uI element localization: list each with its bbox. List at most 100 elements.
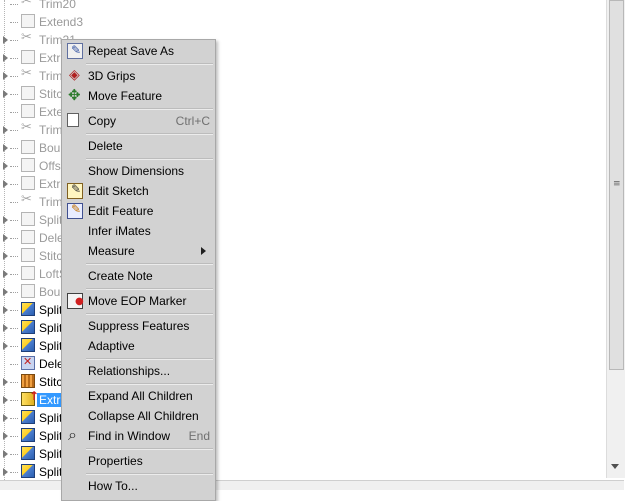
menu-item-properties[interactable]: Properties: [62, 451, 215, 471]
expand-arrow-icon[interactable]: [3, 126, 8, 134]
expand-arrow-icon[interactable]: [3, 54, 8, 62]
3d-grips-icon: [67, 67, 83, 84]
split-solid-icon: [21, 428, 35, 442]
menu-item-create-note[interactable]: Create Note: [62, 266, 215, 286]
menu-item-label: Adaptive: [88, 339, 135, 353]
menu-item-label: How To...: [88, 479, 138, 493]
menu-item-copy[interactable]: Copy Ctrl+C: [62, 111, 215, 131]
scrollbar-thumb[interactable]: ≡: [609, 0, 624, 370]
split-ghost-icon: [21, 212, 35, 226]
expand-arrow-icon[interactable]: [3, 396, 8, 404]
tree-connector: [10, 364, 18, 365]
expand-arrow-icon[interactable]: [3, 234, 8, 242]
menu-item-label: Suppress Features: [88, 319, 190, 333]
tree-connector: [10, 274, 18, 275]
menu-item-label: Move Feature: [88, 89, 163, 103]
menu-item-label: Relationships...: [88, 364, 171, 378]
menu-item-move-feature[interactable]: Move Feature: [62, 86, 215, 106]
expand-arrow-icon[interactable]: [3, 450, 8, 458]
edit-sketch-icon: [67, 182, 83, 199]
menu-separator: [86, 448, 213, 450]
expand-arrow-icon[interactable]: [3, 414, 8, 422]
tree-connector: [10, 220, 18, 221]
vertical-scrollbar[interactable]: ≡: [606, 0, 625, 478]
expand-arrow-icon[interactable]: [3, 342, 8, 350]
find-icon: [67, 425, 83, 445]
menu-item-measure[interactable]: Measure: [62, 241, 215, 261]
tree-connector: [10, 40, 18, 41]
menu-item-delete[interactable]: Delete: [62, 136, 215, 156]
expand-arrow-icon[interactable]: [3, 162, 8, 170]
menu-item-label: 3D Grips: [88, 69, 136, 83]
split-solid-icon: [21, 320, 35, 334]
expand-arrow-icon[interactable]: [3, 306, 8, 314]
menu-separator: [86, 158, 213, 160]
tree-connector: [10, 166, 18, 167]
tree-connector: [10, 292, 18, 293]
tree-connector: [10, 94, 18, 95]
expand-arrow-icon[interactable]: [3, 270, 8, 278]
menu-item-3d-grips[interactable]: 3D Grips: [62, 66, 215, 86]
tree-connector: [10, 382, 18, 383]
expand-arrow-icon[interactable]: [3, 324, 8, 332]
expand-arrow-icon[interactable]: [3, 252, 8, 260]
expand-arrow-icon[interactable]: [3, 216, 8, 224]
split-solid-icon: [21, 338, 35, 352]
expand-arrow-icon[interactable]: [3, 288, 8, 296]
menu-item-relationships[interactable]: Relationships...: [62, 361, 215, 381]
tree-node[interactable]: Extend3: [0, 13, 600, 31]
tree-node-label: Stitc: [39, 87, 63, 101]
trim-icon: [21, 192, 35, 208]
tree-node-label: Trim20: [39, 0, 76, 11]
menu-item-label: Infer iMates: [88, 224, 151, 238]
move-feature-icon: [67, 86, 83, 104]
menu-item-infer-imates[interactable]: Infer iMates: [62, 221, 215, 241]
stitch-solid-icon: [21, 374, 35, 388]
menu-item-shortcut: Ctrl+C: [175, 114, 210, 128]
menu-item-label: Measure: [88, 244, 135, 258]
expand-arrow-icon[interactable]: [3, 180, 8, 188]
menu-item-label: Expand All Children: [88, 389, 193, 403]
tree-connector: [10, 436, 18, 437]
menu-item-repeat-save-as[interactable]: Repeat Save As: [62, 41, 215, 61]
extrude-ghost-icon: [21, 176, 35, 190]
expand-arrow-icon[interactable]: [3, 432, 8, 440]
tree-connector: [10, 148, 18, 149]
expand-arrow-icon[interactable]: [3, 378, 8, 386]
menu-item-label: Collapse All Children: [88, 409, 199, 423]
menu-item-show-dimensions[interactable]: Show Dimensions: [62, 161, 215, 181]
tree-node-label: Extend3: [39, 15, 84, 29]
menu-separator: [86, 383, 213, 385]
menu-item-expand-all-children[interactable]: Expand All Children: [62, 386, 215, 406]
menu-item-label: Create Note: [88, 269, 153, 283]
tree-connector: [10, 238, 18, 239]
menu-separator: [86, 288, 213, 290]
menu-item-collapse-all-children[interactable]: Collapse All Children: [62, 406, 215, 426]
offset-icon: [21, 158, 35, 172]
scroll-down-arrow-icon[interactable]: [611, 464, 619, 469]
menu-item-find-in-window[interactable]: Find in Window End: [62, 425, 215, 446]
menu-item-edit-feature[interactable]: Edit Feature: [62, 201, 215, 221]
expand-arrow-icon[interactable]: [3, 72, 8, 80]
menu-item-shortcut: End: [188, 429, 210, 443]
menu-item-edit-sketch[interactable]: Edit Sketch: [62, 181, 215, 201]
tree-connector: [10, 202, 18, 203]
split-solid-icon: [21, 302, 35, 316]
menu-item-suppress-features[interactable]: Suppress Features: [62, 316, 215, 336]
menu-item-move-eop-marker[interactable]: Move EOP Marker: [62, 291, 215, 311]
tree-node-label: Stitc: [39, 249, 63, 263]
menu-item-adaptive[interactable]: Adaptive: [62, 336, 215, 356]
trim-icon: [21, 120, 35, 136]
menu-item-how-to[interactable]: How To...: [62, 476, 215, 496]
expand-arrow-icon[interactable]: [3, 144, 8, 152]
tree-connector: [10, 472, 18, 473]
menu-item-label: Delete: [88, 139, 123, 153]
menu-separator: [86, 263, 213, 265]
tree-node[interactable]: Trim20: [0, 0, 600, 13]
menu-separator: [86, 108, 213, 110]
tree-connector: [10, 454, 18, 455]
expand-arrow-icon[interactable]: [3, 90, 8, 98]
expand-arrow-icon[interactable]: [3, 468, 8, 476]
expand-arrow-icon[interactable]: [3, 36, 8, 44]
menu-separator: [86, 358, 213, 360]
